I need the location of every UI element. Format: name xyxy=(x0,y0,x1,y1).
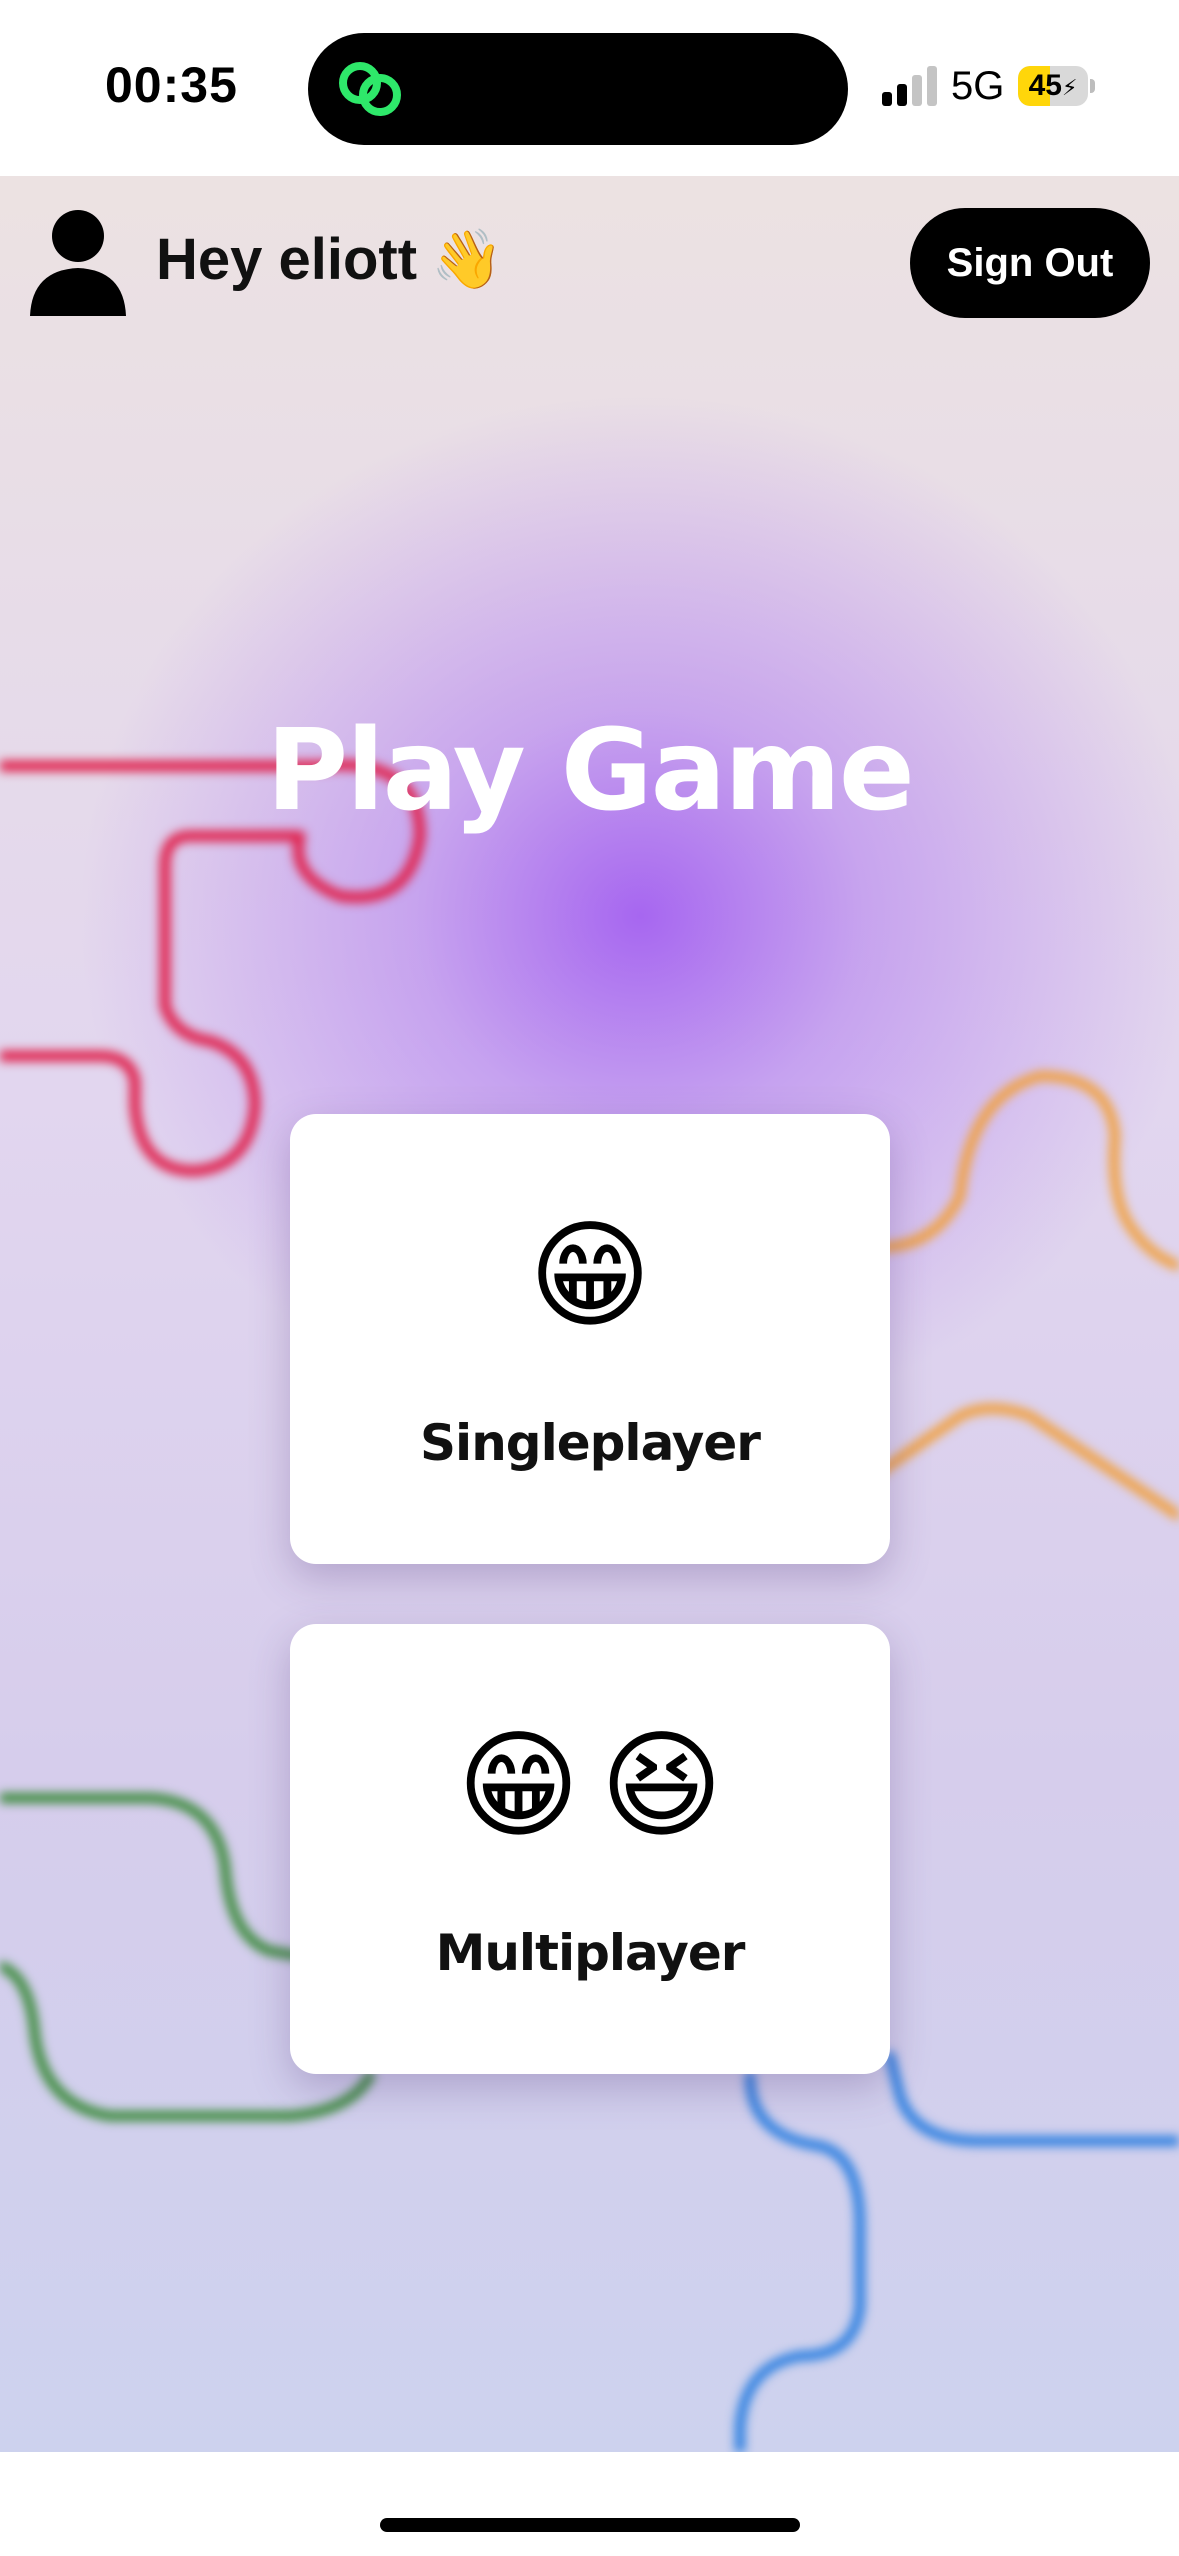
greeting-text: Hey eliott 👋 xyxy=(156,226,503,294)
grinning-face-emoji: 😁 xyxy=(528,1210,652,1342)
blue-path xyxy=(735,2051,1179,2452)
cellular-signal-icon xyxy=(882,66,937,106)
waving-hand-emoji: 👋 xyxy=(431,227,504,292)
link-rings-icon xyxy=(339,62,401,116)
user-silhouette-icon xyxy=(30,210,126,316)
greeting-label: Hey eliott xyxy=(156,227,418,292)
laughing-face-emoji: 😆 xyxy=(600,1720,724,1852)
sign-out-button[interactable]: Sign Out xyxy=(910,208,1150,318)
card-emojis: 😁 😆 xyxy=(290,1716,890,1856)
multiplayer-label: Multiplayer xyxy=(435,1924,746,1982)
app-content: Hey eliott 👋 Sign Out Play Game 😁 Singlep… xyxy=(0,176,1179,2452)
multiplayer-card[interactable]: 😁 😆 Multiplayer xyxy=(290,1624,890,2074)
battery-percent: 45 xyxy=(1028,69,1062,102)
card-emojis: 😁 xyxy=(290,1206,890,1346)
home-indicator[interactable] xyxy=(380,2518,800,2532)
network-type: 5G xyxy=(951,64,1005,108)
battery-indicator: 45⚡ xyxy=(1018,66,1095,106)
battery-text: 45⚡ xyxy=(1018,66,1088,106)
home-indicator-area xyxy=(0,2452,1179,2556)
battery-body: 45⚡ xyxy=(1018,66,1088,106)
grinning-face-emoji: 😁 xyxy=(456,1720,580,1852)
dynamic-island xyxy=(308,33,848,145)
battery-cap xyxy=(1090,79,1095,93)
singleplayer-label: Singleplayer xyxy=(420,1414,761,1472)
page-title: Play Game xyxy=(266,706,915,836)
orange-path xyxy=(855,1071,1179,1521)
charging-bolt-icon: ⚡ xyxy=(1061,75,1078,100)
phone-screen: 00:35 5G 45⚡ Hey eliott 👋 Sign Out Play … xyxy=(0,0,1179,2556)
status-bar: 00:35 5G 45⚡ xyxy=(0,0,1179,176)
status-time: 00:35 xyxy=(105,57,238,113)
singleplayer-card[interactable]: 😁 Singleplayer xyxy=(290,1114,890,1564)
